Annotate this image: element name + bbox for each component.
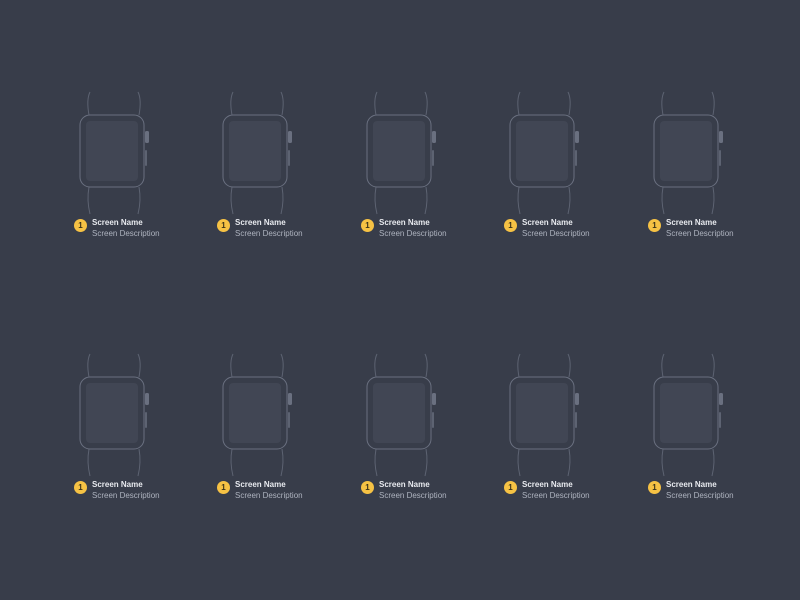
watch-screen-card[interactable]: 1 Screen Name Screen Description [504, 86, 624, 246]
screen-description-label: Screen Description [522, 491, 590, 500]
screen-description-label: Screen Description [235, 229, 303, 238]
watch-frame-icon [222, 91, 292, 215]
screen-name-label: Screen Name [92, 480, 143, 489]
watch-screen-card[interactable]: 1 Screen Name Screen Description [217, 86, 337, 246]
screen-number-badge: 1 [217, 219, 230, 232]
watch-frame-icon [366, 91, 436, 215]
watch-screen-card[interactable]: 1 Screen Name Screen Description [217, 348, 337, 508]
watch-screen-card[interactable]: 1 Screen Name Screen Description [361, 348, 481, 508]
watch-screen-card[interactable]: 1 Screen Name Screen Description [361, 86, 481, 246]
screen-name-label: Screen Name [666, 480, 717, 489]
screen-number-badge: 1 [74, 219, 87, 232]
watch-frame-icon [509, 353, 579, 477]
screen-name-label: Screen Name [379, 218, 430, 227]
screen-name-label: Screen Name [92, 218, 143, 227]
watch-frame-icon [653, 91, 723, 215]
screen-description-label: Screen Description [92, 229, 160, 238]
screen-name-label: Screen Name [522, 480, 573, 489]
watch-frame-icon [79, 91, 149, 215]
screen-name-label: Screen Name [522, 218, 573, 227]
watch-frame-icon [222, 353, 292, 477]
screen-name-label: Screen Name [235, 480, 286, 489]
screen-description-label: Screen Description [522, 229, 590, 238]
watch-screen-card[interactable]: 1 Screen Name Screen Description [648, 86, 768, 246]
watch-frame-icon [366, 353, 436, 477]
screen-description-label: Screen Description [92, 491, 160, 500]
screen-name-label: Screen Name [379, 480, 430, 489]
screen-description-label: Screen Description [666, 491, 734, 500]
watch-frame-icon [653, 353, 723, 477]
screen-number-badge: 1 [648, 219, 661, 232]
watch-frame-icon [79, 353, 149, 477]
watch-screen-card[interactable]: 1 Screen Name Screen Description [74, 348, 194, 508]
screen-description-label: Screen Description [235, 491, 303, 500]
screen-description-label: Screen Description [666, 229, 734, 238]
screen-number-badge: 1 [504, 481, 517, 494]
screen-name-label: Screen Name [235, 218, 286, 227]
screen-description-label: Screen Description [379, 491, 447, 500]
screen-number-badge: 1 [504, 219, 517, 232]
screen-name-label: Screen Name [666, 218, 717, 227]
screen-number-badge: 1 [217, 481, 230, 494]
watch-screen-card[interactable]: 1 Screen Name Screen Description [648, 348, 768, 508]
watch-frame-icon [509, 91, 579, 215]
screen-number-badge: 1 [648, 481, 661, 494]
screen-description-label: Screen Description [379, 229, 447, 238]
screen-number-badge: 1 [361, 481, 374, 494]
watch-screen-card[interactable]: 1 Screen Name Screen Description [74, 86, 194, 246]
watch-screen-card[interactable]: 1 Screen Name Screen Description [504, 348, 624, 508]
screen-number-badge: 1 [361, 219, 374, 232]
screen-number-badge: 1 [74, 481, 87, 494]
